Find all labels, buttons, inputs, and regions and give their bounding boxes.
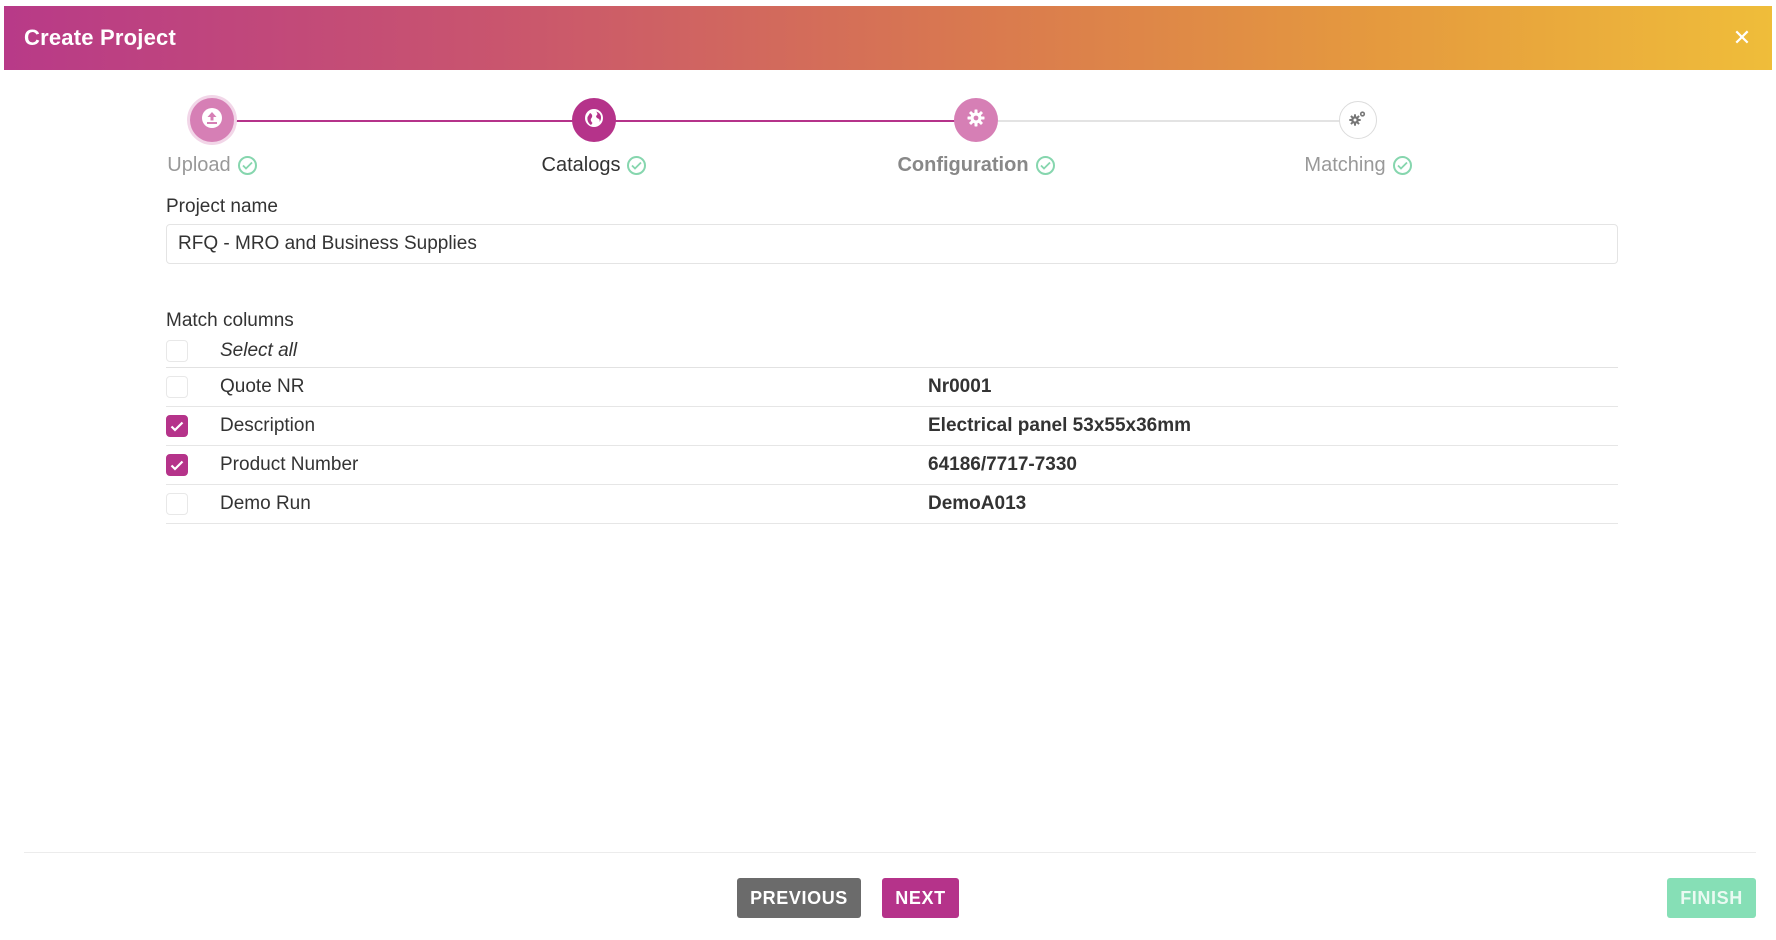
project-name-label: Project name <box>166 196 278 217</box>
gear-icon <box>966 108 986 133</box>
dialog-header: Create Project ✕ <box>4 6 1772 70</box>
create-project-dialog: Create Project ✕ Upload Catalogs Configu… <box>4 6 1772 936</box>
step-configuration[interactable]: Configuration <box>866 98 1086 177</box>
column-name: Product Number <box>220 454 359 475</box>
column-row-demo-run: Demo Run DemoA013 <box>166 485 1618 524</box>
demo-run-checkbox[interactable] <box>166 493 188 515</box>
column-name: Demo Run <box>220 493 311 514</box>
match-columns-label: Match columns <box>166 310 294 331</box>
step-upload-label: Upload <box>167 154 231 176</box>
step-matching-dot <box>1339 101 1377 139</box>
step-configuration-dot <box>954 98 998 142</box>
product-number-checkbox[interactable] <box>166 454 188 476</box>
footer-divider <box>24 852 1756 853</box>
checkmark-icon <box>170 421 184 432</box>
select-all-row[interactable]: Select all <box>166 334 1618 368</box>
check-circle-icon <box>1392 156 1412 175</box>
finish-button[interactable]: FINISH <box>1667 878 1756 918</box>
check-circle-icon <box>1035 156 1055 175</box>
step-matching-label: Matching <box>1304 154 1386 176</box>
step-catalogs[interactable]: Catalogs <box>484 98 704 177</box>
column-sample-value: 64186/7717-7330 <box>928 454 1077 475</box>
step-upload[interactable]: Upload <box>102 98 322 177</box>
project-name-input[interactable]: RFQ - MRO and Business Supplies <box>166 224 1618 264</box>
column-sample-value: Electrical panel 53x55x36mm <box>928 415 1192 436</box>
step-catalogs-label: Catalogs <box>541 154 621 176</box>
globe-icon <box>584 108 604 133</box>
description-checkbox[interactable] <box>166 415 188 437</box>
stepper: Upload Catalogs Configuration Matching <box>4 70 1772 190</box>
checkmark-icon <box>170 460 184 471</box>
step-catalogs-dot <box>572 98 616 142</box>
column-row-product-number: Product Number 64186/7717-7330 <box>166 446 1618 485</box>
column-sample-value: Nr0001 <box>928 376 992 397</box>
column-row-quote-nr: Quote NR Nr0001 <box>166 368 1618 407</box>
column-row-description: Description Electrical panel 53x55x36mm <box>166 407 1618 446</box>
next-button[interactable]: NEXT <box>882 878 959 918</box>
column-sample-value: DemoA013 <box>928 493 1027 514</box>
select-all-checkbox[interactable] <box>166 339 188 362</box>
column-name: Quote NR <box>220 376 305 397</box>
step-configuration-label: Configuration <box>897 154 1029 176</box>
project-form: Project name RFQ - MRO and Business Supp… <box>166 196 1618 524</box>
gears-icon <box>1348 109 1368 132</box>
close-icon[interactable]: ✕ <box>1728 27 1756 49</box>
select-all-label: Select all <box>220 339 298 361</box>
check-circle-icon <box>627 156 647 175</box>
check-circle-icon <box>237 156 257 175</box>
quote-nr-checkbox[interactable] <box>166 376 188 398</box>
previous-button[interactable]: PREVIOUS <box>737 878 861 918</box>
upload-icon <box>201 107 223 134</box>
step-matching[interactable]: Matching <box>1248 98 1468 177</box>
step-upload-dot <box>190 98 234 142</box>
dialog-title: Create Project <box>24 25 176 50</box>
column-name: Description <box>220 415 316 436</box>
